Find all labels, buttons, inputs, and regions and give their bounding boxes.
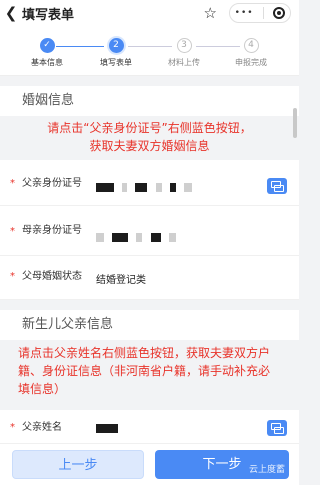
top-actions: ☆ ••• (204, 3, 291, 23)
redacted-block (150, 232, 161, 242)
redacted-block (155, 182, 162, 192)
marriage-status-value: 结婚登记类 (96, 275, 146, 286)
field-label: 父亲姓名 (22, 422, 62, 433)
father-id-value (96, 182, 197, 193)
progress-steps: ✓ 基本信息 2 填写表单 3 材料上传 4 申报完成 (0, 26, 299, 76)
redacted-block (136, 232, 143, 242)
target-icon[interactable] (273, 7, 286, 19)
star-icon[interactable]: ☆ (204, 4, 217, 22)
marriage-notice: 请点击“父亲身份证号”右侧蓝色按钮， 获取夫妻双方婚姻信息 (0, 119, 299, 157)
fetch-marriage-info-button[interactable] (267, 178, 287, 194)
redacted-block (168, 232, 176, 242)
page-title: 填写表单 (22, 7, 75, 23)
notice-line: 获取夫妻双方婚姻信息 (89, 139, 210, 153)
step-upload: 3 材料上传 (149, 38, 219, 68)
notice-line: 请点击“父亲身份证号”右侧蓝色按钮， (47, 121, 252, 135)
redacted-block (169, 182, 176, 192)
redacted-block (135, 182, 148, 192)
redacted-block (183, 182, 192, 192)
section-heading-marriage: 婚姻信息 (0, 86, 299, 116)
step-number: 2 (108, 38, 124, 53)
mother-id-value (96, 232, 181, 243)
field-label: 父亲身份证号 (22, 178, 82, 189)
father-name-row: * 父亲姓名 (0, 410, 299, 444)
newborn-father-notice: 请点击父亲姓名右侧蓝色按钮，获取夫妻双方户籍、身份证信息（非河南省户籍，请手动补… (0, 344, 299, 402)
step-label: 材料上传 (168, 58, 200, 67)
redacted-block (96, 232, 104, 242)
redacted-block (96, 423, 118, 433)
father-name-value (96, 423, 123, 434)
step-complete: 4 申报完成 (216, 38, 286, 68)
step-number: 3 (176, 38, 192, 53)
back-chevron-icon[interactable]: ❮ (0, 4, 22, 22)
marriage-status-row: * 父母婚姻状态 结婚登记类 (0, 256, 299, 300)
section-heading-newborn-father: 新生儿父亲信息 (0, 310, 299, 340)
watermark-logo: 云上度蓄 (248, 465, 285, 475)
fetch-household-info-button[interactable] (267, 420, 287, 436)
field-label: 母亲身份证号 (22, 225, 82, 236)
step-fill-form: 2 填写表单 (81, 38, 151, 68)
step-basic-info: ✓ 基本信息 (12, 38, 82, 68)
top-bar: ❮ 填写表单 ☆ ••• (0, 0, 299, 26)
step-label: 申报完成 (235, 58, 267, 67)
step-label: 基本信息 (31, 58, 63, 67)
step-label: 填写表单 (100, 58, 132, 67)
required-mark: * (10, 226, 15, 237)
capsule-divider (262, 7, 264, 19)
step-check-icon: ✓ (39, 38, 55, 53)
required-mark: * (10, 178, 15, 189)
more-icon[interactable]: ••• (235, 8, 254, 18)
required-mark: * (10, 271, 15, 282)
mini-program-capsule: ••• (229, 3, 291, 23)
required-mark: * (10, 422, 15, 433)
field-label: 父母婚姻状态 (22, 271, 82, 282)
redacted-block (112, 232, 129, 242)
father-id-row: * 父亲身份证号 (0, 160, 299, 206)
redacted-block (96, 182, 114, 192)
mother-id-row: * 母亲身份证号 (0, 206, 299, 256)
prev-step-button[interactable]: 上一步 (12, 450, 144, 479)
redacted-block (122, 182, 128, 192)
scrollbar[interactable] (293, 108, 297, 138)
step-number: 4 (243, 38, 259, 53)
